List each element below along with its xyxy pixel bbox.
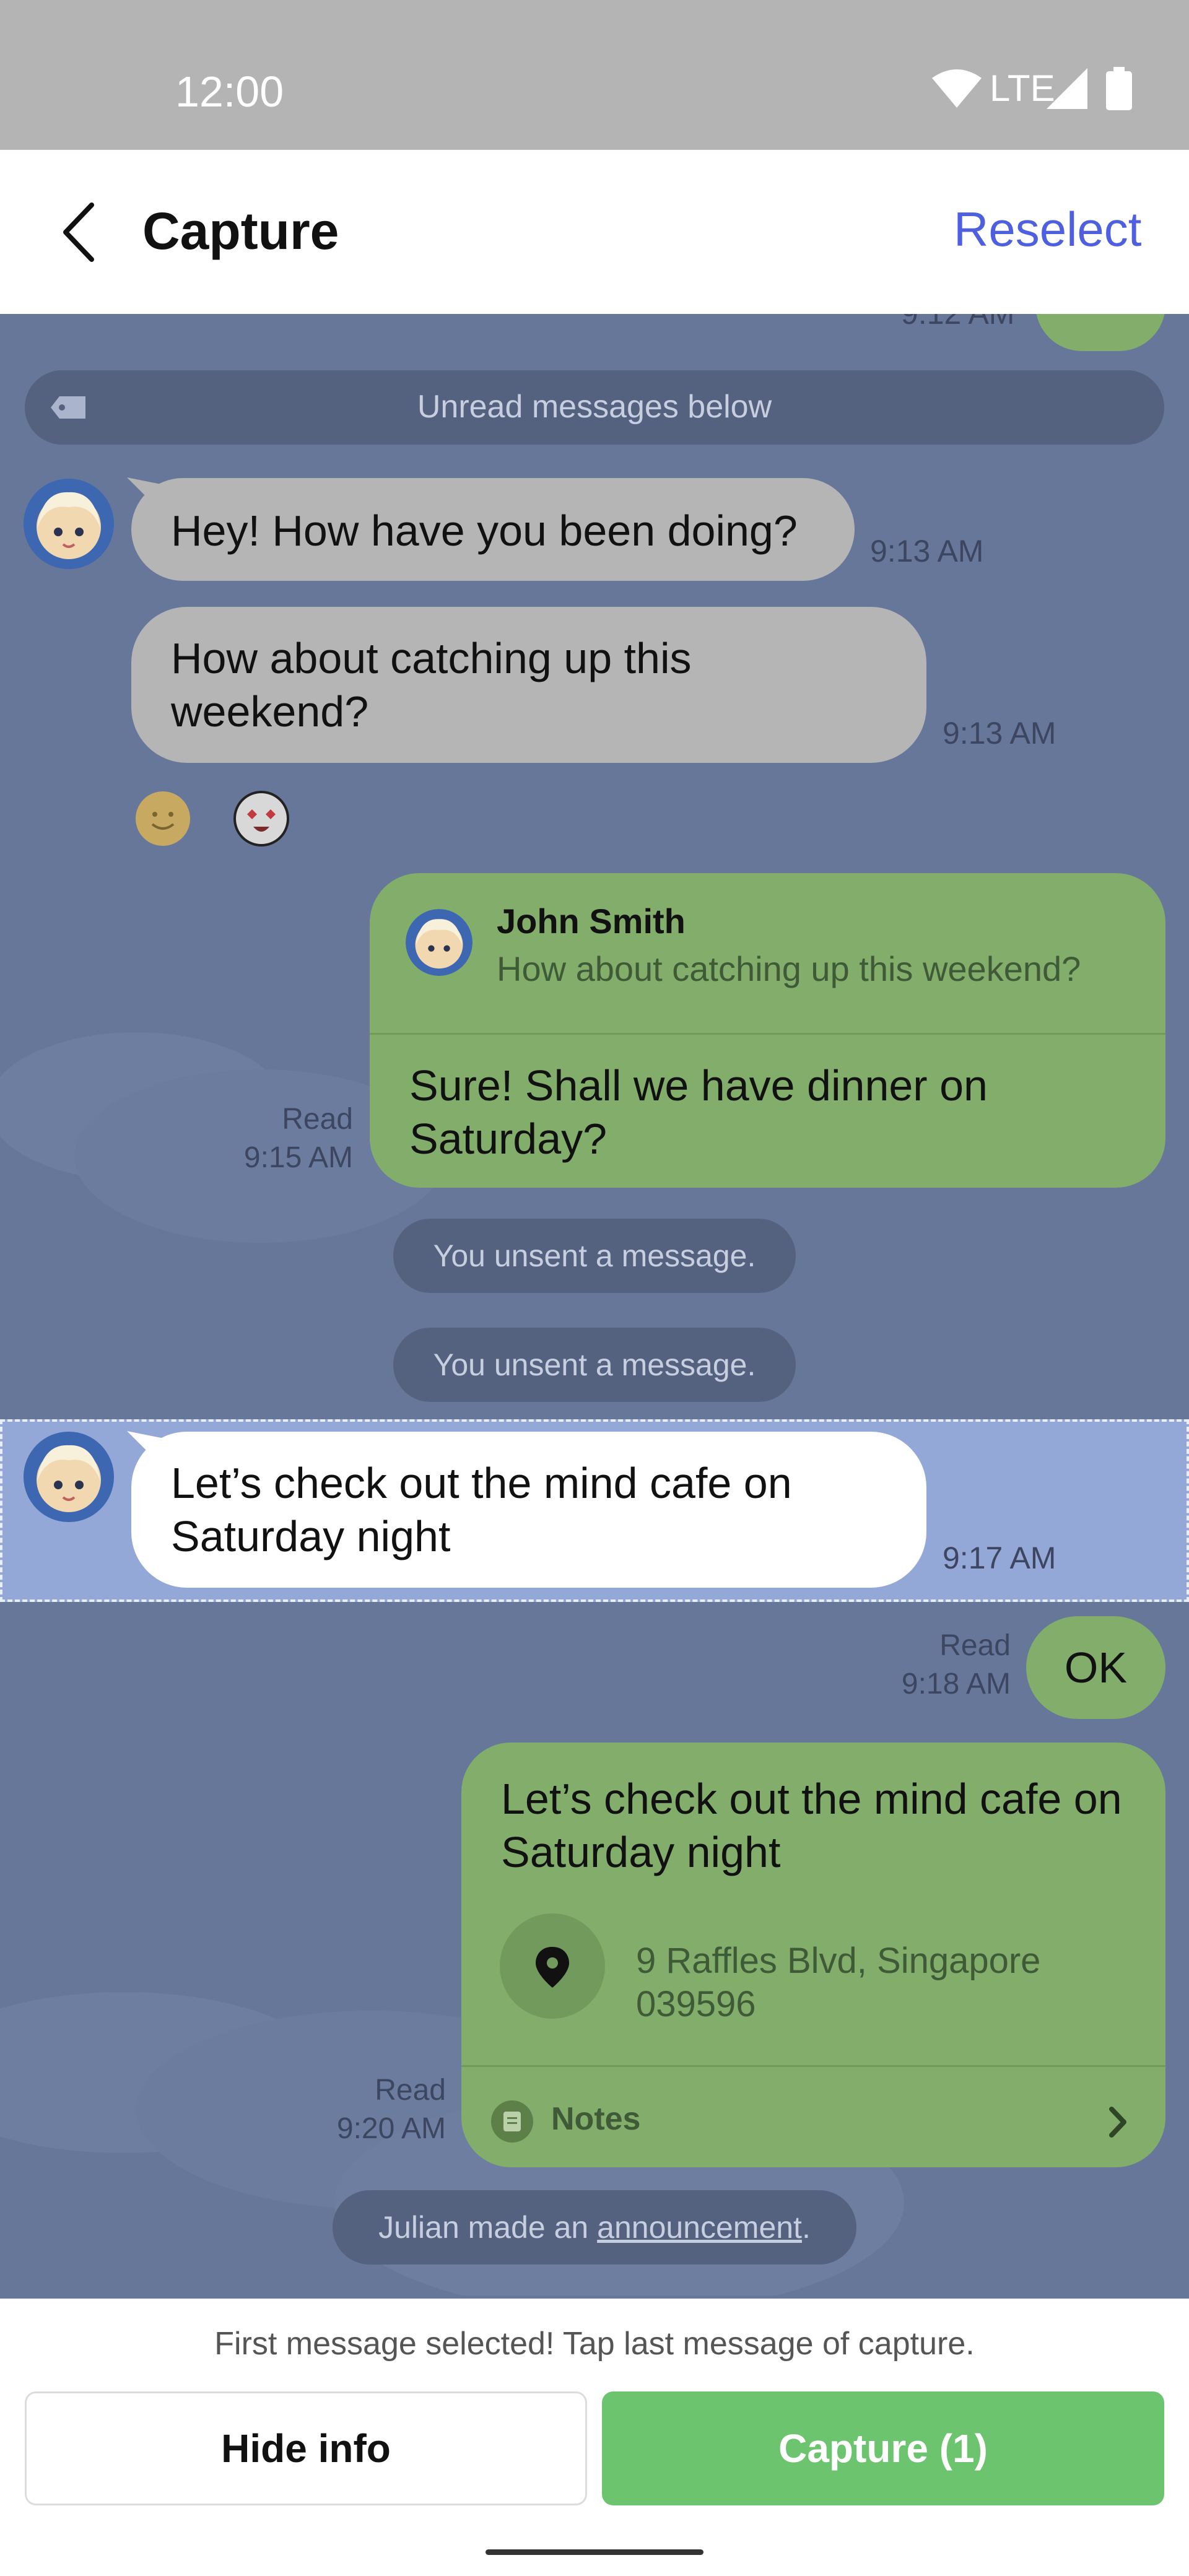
read-receipt: Read 9:18 AM bbox=[861, 1627, 1011, 1704]
message-bubble[interactable]: How about catching up this weekend? bbox=[131, 607, 926, 763]
avatar[interactable] bbox=[24, 1432, 114, 1522]
quoted-avatar bbox=[406, 909, 473, 976]
reselect-button[interactable]: Reselect bbox=[954, 201, 1141, 258]
read-label: Read bbox=[939, 1629, 1011, 1662]
chat-area[interactable]: 9:12 AM Unread messages below Hey! How h… bbox=[0, 314, 1189, 2299]
wifi-icon bbox=[932, 69, 982, 108]
quoted-name: John Smith bbox=[497, 902, 686, 941]
message-text: Let’s check out the mind cafe on Saturda… bbox=[171, 1459, 792, 1560]
message-time: 9:15 AM bbox=[243, 1141, 353, 1174]
message-text: OK bbox=[1064, 1643, 1128, 1692]
chevron-right-icon bbox=[1109, 2107, 1126, 2138]
signal-icon bbox=[1047, 68, 1087, 109]
message-text: Hey! How have you been doing? bbox=[171, 507, 798, 555]
status-time: 12:00 bbox=[175, 67, 284, 116]
announcement-prefix: Julian made an bbox=[378, 2210, 598, 2245]
message-time: 9:17 AM bbox=[943, 1541, 1056, 1575]
smile-reaction-icon[interactable] bbox=[135, 791, 191, 846]
page-title: Capture bbox=[142, 202, 339, 260]
location-message-bubble[interactable]: Let’s check out the mind cafe on Saturda… bbox=[461, 1743, 1165, 2167]
battery-icon bbox=[1106, 67, 1132, 110]
read-label: Read bbox=[375, 2074, 446, 2107]
hide-info-button[interactable]: Hide info bbox=[25, 2391, 587, 2505]
home-indicator[interactable] bbox=[486, 2549, 703, 2555]
message-bubble[interactable]: Let’s check out the mind cafe on Saturda… bbox=[131, 1432, 926, 1588]
message-time: 9:13 AM bbox=[870, 534, 984, 568]
notes-icon bbox=[491, 2100, 533, 2143]
announcement-suffix: . bbox=[801, 2210, 811, 2245]
divider bbox=[370, 1033, 1165, 1035]
message-text: Sure! Shall we have dinner on Saturday? bbox=[409, 1061, 988, 1163]
capture-button[interactable]: Capture (1) bbox=[602, 2391, 1164, 2505]
unsent-notice: You unsent a message. bbox=[393, 1219, 796, 1293]
heart-eyes-reaction-icon[interactable] bbox=[233, 791, 289, 846]
unread-banner-text: Unread messages below bbox=[417, 389, 772, 425]
read-label: Read bbox=[282, 1103, 353, 1136]
announcement-link[interactable]: announcement bbox=[597, 2210, 802, 2245]
message-time: 9:18 AM bbox=[901, 1668, 1011, 1700]
network-label: LTE bbox=[990, 67, 1055, 109]
quoted-text: How about catching up this weekend? bbox=[497, 949, 1081, 988]
reply-message-bubble[interactable]: John Smith How about catching up this we… bbox=[370, 873, 1165, 1188]
location-address: 9 Raffles Blvd, Singapore 039596 bbox=[636, 1941, 1041, 2024]
read-receipt: Read 9:20 AM bbox=[297, 2071, 446, 2148]
unsent-notice: You unsent a message. bbox=[393, 1328, 796, 1402]
location-pin-icon bbox=[500, 1913, 605, 2019]
message-time: 9:13 AM bbox=[943, 716, 1056, 751]
back-arrow-icon[interactable] bbox=[56, 201, 105, 263]
notes-label: Notes bbox=[551, 2101, 641, 2137]
notes-link[interactable]: Notes bbox=[461, 2067, 1165, 2167]
previous-message-bubble[interactable] bbox=[1035, 314, 1165, 351]
message-bubble[interactable]: Hey! How have you been doing? bbox=[131, 478, 855, 581]
message-text: How about catching up this weekend? bbox=[171, 634, 692, 736]
message-bubble[interactable]: OK bbox=[1026, 1616, 1165, 1719]
message-text: Let’s check out the mind cafe on Saturda… bbox=[501, 1775, 1122, 1876]
message-time: 9:20 AM bbox=[336, 2112, 446, 2145]
capture-hint: First message selected! Tap last message… bbox=[214, 2326, 975, 2362]
message-time: 9:12 AM bbox=[901, 314, 1014, 331]
avatar[interactable] bbox=[24, 479, 114, 569]
announcement-notice: Julian made an announcement. bbox=[333, 2190, 856, 2265]
read-receipt: Read 9:15 AM bbox=[217, 1100, 353, 1177]
